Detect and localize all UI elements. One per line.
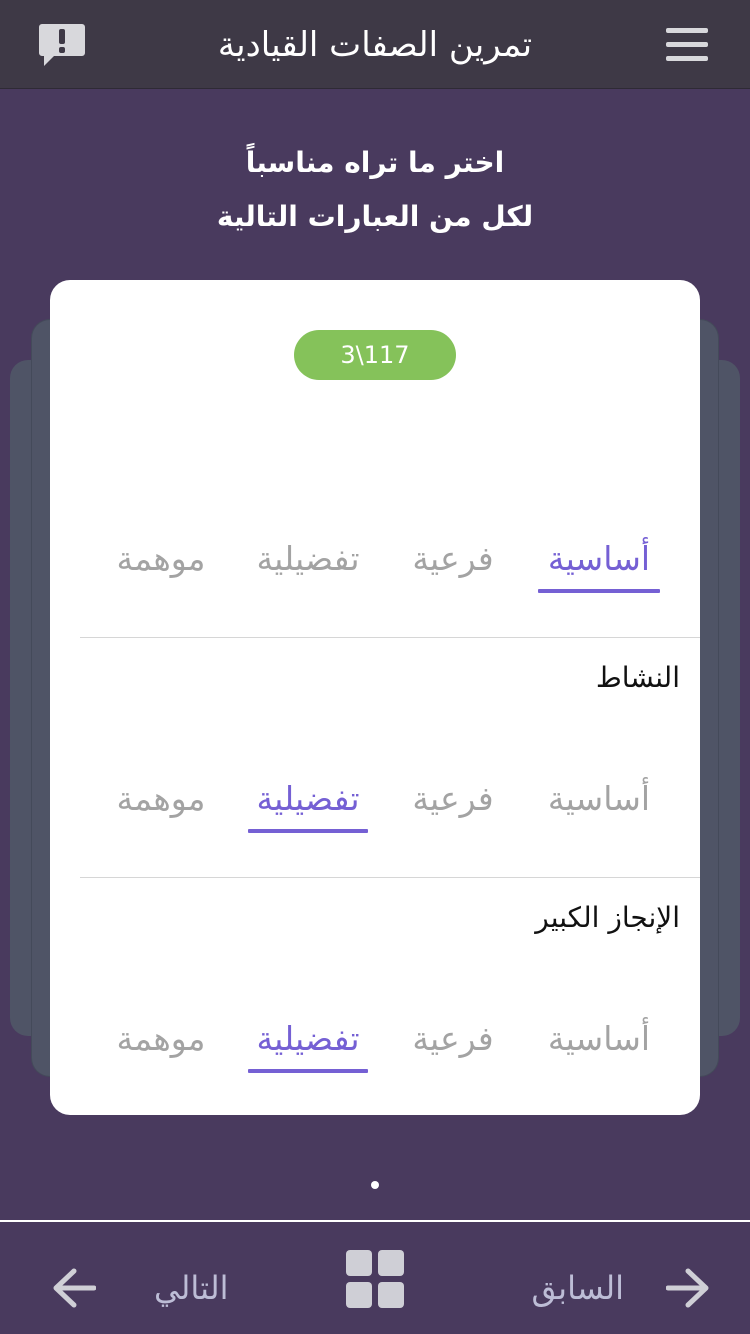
option-preferential[interactable]: تفضيلية	[248, 775, 368, 833]
top-bar: تمرين الصفات القيادية	[0, 0, 750, 89]
question-row-1: أساسية فرعية تفضيلية موهمة	[80, 397, 700, 637]
option-illusory[interactable]: موهمة	[108, 1015, 214, 1063]
option-preferential[interactable]: تفضيلية	[248, 1015, 368, 1073]
previous-button[interactable]: السابق	[531, 1256, 710, 1320]
option-secondary[interactable]: فرعية	[412, 1015, 494, 1063]
option-basic[interactable]: أساسية	[538, 535, 660, 593]
grid-icon[interactable]	[346, 1250, 404, 1308]
option-basic[interactable]: أساسية	[538, 775, 660, 823]
question-card: 3\117 أساسية فرعية تفضيلية موهمة النشاط …	[50, 280, 700, 1115]
previous-label: السابق	[531, 1269, 624, 1307]
page-indicator-dot	[371, 1181, 379, 1189]
page-title: تمرين الصفات القيادية	[217, 25, 533, 65]
question-row-3: الإنجاز الكبير أساسية فرعية تفضيلية موهم…	[80, 877, 700, 1117]
question-statement: الإنجاز الكبير	[535, 901, 680, 934]
instructions: اختر ما تراه مناسباً لكل من العبارات الت…	[0, 136, 750, 244]
arrow-left-icon	[53, 1268, 96, 1308]
progress-counter-badge: 3\117	[294, 330, 456, 380]
instruction-line-2: لكل من العبارات التالية	[216, 200, 534, 233]
bottom-bar-divider	[0, 1220, 750, 1222]
report-issue-icon	[39, 24, 85, 66]
option-preferential[interactable]: تفضيلية	[248, 535, 368, 583]
report-issue-button[interactable]	[38, 22, 86, 68]
question-row-2: النشاط أساسية فرعية تفضيلية موهمة	[80, 637, 700, 877]
option-basic[interactable]: أساسية	[538, 1015, 660, 1063]
arrow-right-icon	[666, 1268, 709, 1308]
question-statement: النشاط	[595, 661, 680, 694]
hamburger-menu-icon[interactable]	[666, 28, 710, 62]
instruction-line-1: اختر ما تراه مناسباً	[245, 146, 505, 179]
next-label: التالي	[154, 1269, 229, 1307]
option-illusory[interactable]: موهمة	[108, 535, 214, 583]
option-secondary[interactable]: فرعية	[412, 775, 494, 823]
option-secondary[interactable]: فرعية	[412, 535, 494, 583]
next-button[interactable]: التالي	[52, 1256, 228, 1320]
option-illusory[interactable]: موهمة	[108, 775, 214, 823]
